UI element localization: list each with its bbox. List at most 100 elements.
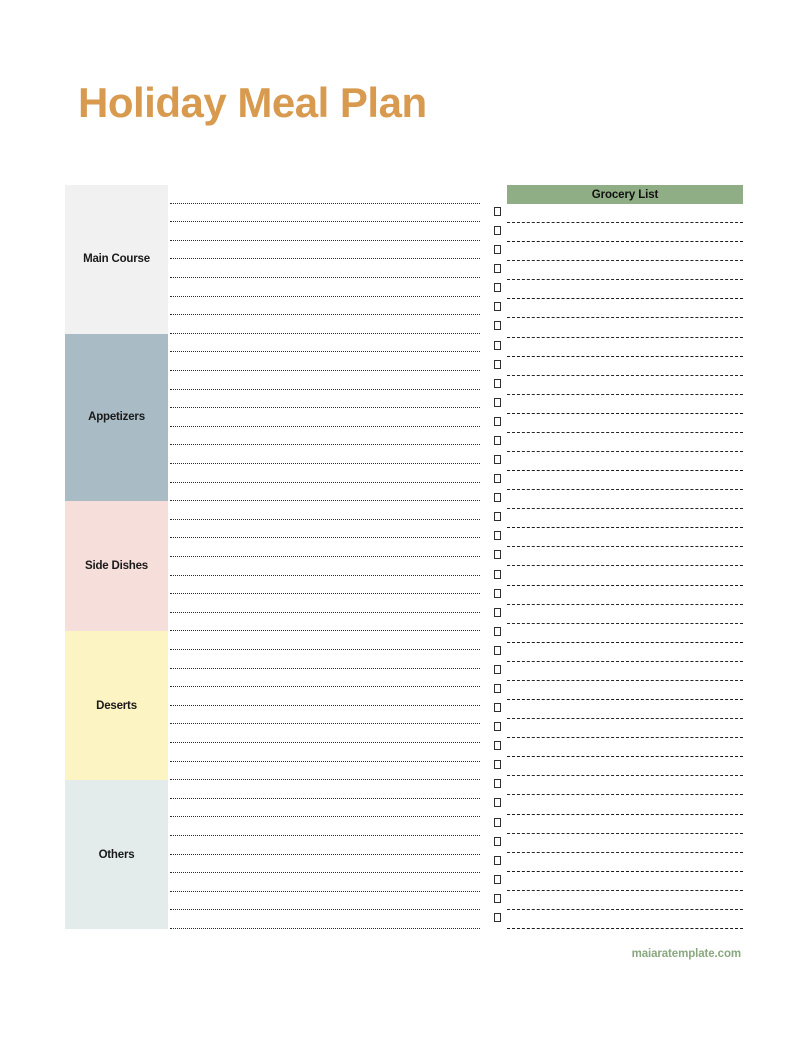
meal-write-line[interactable] bbox=[170, 890, 480, 892]
meal-write-line[interactable] bbox=[170, 351, 480, 353]
meal-write-line[interactable] bbox=[170, 314, 480, 316]
grocery-list-item[interactable] bbox=[493, 299, 743, 319]
meal-write-line[interactable] bbox=[170, 927, 480, 929]
grocery-list-item[interactable] bbox=[493, 204, 743, 224]
grocery-list-item[interactable] bbox=[493, 414, 743, 433]
empty-checkbox-icon[interactable] bbox=[494, 416, 501, 426]
empty-checkbox-icon[interactable] bbox=[494, 912, 501, 922]
meal-write-line[interactable] bbox=[170, 834, 480, 836]
meal-write-line[interactable] bbox=[170, 239, 480, 241]
grocery-list-item[interactable] bbox=[493, 643, 743, 662]
empty-checkbox-icon[interactable] bbox=[494, 626, 501, 636]
meal-write-line[interactable] bbox=[170, 369, 480, 371]
empty-checkbox-icon[interactable] bbox=[494, 378, 501, 388]
meal-entry-lines[interactable] bbox=[170, 185, 480, 334]
empty-checkbox-icon[interactable] bbox=[494, 836, 501, 846]
meal-write-line[interactable] bbox=[170, 723, 480, 725]
grocery-list-item[interactable] bbox=[493, 547, 743, 567]
meal-write-line[interactable] bbox=[170, 593, 480, 595]
empty-checkbox-icon[interactable] bbox=[494, 645, 501, 655]
empty-checkbox-icon[interactable] bbox=[494, 226, 501, 236]
meal-write-line[interactable] bbox=[170, 388, 480, 390]
meal-write-line[interactable] bbox=[170, 407, 480, 409]
grocery-list-item[interactable] bbox=[493, 891, 743, 910]
grocery-list-item[interactable] bbox=[493, 567, 743, 586]
grocery-list-item[interactable] bbox=[493, 280, 743, 300]
grocery-list-item[interactable] bbox=[493, 471, 743, 491]
meal-write-line[interactable] bbox=[170, 555, 480, 557]
empty-checkbox-icon[interactable] bbox=[494, 474, 501, 484]
empty-checkbox-icon[interactable] bbox=[494, 283, 501, 293]
empty-checkbox-icon[interactable] bbox=[494, 569, 501, 579]
meal-entry-lines[interactable] bbox=[170, 631, 480, 781]
meal-write-line[interactable] bbox=[170, 611, 480, 613]
empty-checkbox-icon[interactable] bbox=[494, 531, 501, 541]
meal-write-line[interactable] bbox=[170, 277, 480, 278]
meal-write-line[interactable] bbox=[170, 462, 480, 464]
meal-write-line[interactable] bbox=[170, 909, 480, 911]
meal-write-line[interactable] bbox=[170, 202, 480, 204]
empty-checkbox-icon[interactable] bbox=[494, 874, 501, 884]
grocery-list-item[interactable] bbox=[493, 490, 743, 510]
grocery-list-item[interactable] bbox=[493, 662, 743, 681]
meal-write-line[interactable] bbox=[170, 444, 480, 446]
empty-checkbox-icon[interactable] bbox=[494, 760, 501, 770]
empty-checkbox-icon[interactable] bbox=[494, 321, 501, 331]
grocery-list-item[interactable] bbox=[493, 223, 743, 243]
meal-write-line[interactable] bbox=[170, 648, 480, 650]
grocery-list-item[interactable] bbox=[493, 261, 743, 281]
grocery-list-item[interactable] bbox=[493, 776, 743, 796]
grocery-list-item[interactable] bbox=[493, 376, 743, 395]
meal-entry-lines[interactable] bbox=[170, 780, 480, 929]
grocery-list-item[interactable] bbox=[493, 605, 743, 624]
meal-write-line[interactable] bbox=[170, 797, 480, 799]
meal-write-line[interactable] bbox=[170, 741, 480, 743]
grocery-list-item[interactable] bbox=[493, 318, 743, 338]
grocery-list-item[interactable] bbox=[493, 681, 743, 701]
empty-checkbox-icon[interactable] bbox=[494, 512, 501, 522]
empty-checkbox-icon[interactable] bbox=[494, 607, 501, 617]
empty-checkbox-icon[interactable] bbox=[494, 493, 501, 503]
empty-checkbox-icon[interactable] bbox=[494, 245, 501, 255]
empty-checkbox-icon[interactable] bbox=[494, 435, 501, 445]
meal-write-line[interactable] bbox=[170, 760, 480, 762]
grocery-list-item[interactable] bbox=[493, 757, 743, 777]
grocery-list-item[interactable] bbox=[493, 395, 743, 414]
empty-checkbox-icon[interactable] bbox=[494, 779, 501, 789]
empty-checkbox-icon[interactable] bbox=[494, 893, 501, 903]
empty-checkbox-icon[interactable] bbox=[494, 855, 501, 865]
grocery-list-item[interactable] bbox=[493, 242, 743, 262]
grocery-list-item[interactable] bbox=[493, 738, 743, 758]
grocery-list-item[interactable] bbox=[493, 834, 743, 853]
meal-write-line[interactable] bbox=[170, 686, 480, 688]
meal-write-line[interactable] bbox=[170, 221, 480, 223]
grocery-list-item[interactable] bbox=[493, 872, 743, 891]
meal-write-line[interactable] bbox=[170, 816, 480, 818]
meal-entry-lines[interactable] bbox=[170, 501, 480, 632]
empty-checkbox-icon[interactable] bbox=[494, 455, 501, 465]
grocery-list-item[interactable] bbox=[493, 700, 743, 720]
meal-write-line[interactable] bbox=[170, 518, 480, 520]
grocery-list-item[interactable] bbox=[493, 528, 743, 548]
meal-entry-lines[interactable] bbox=[170, 334, 480, 502]
grocery-list-item[interactable] bbox=[493, 815, 743, 834]
grocery-write-line[interactable] bbox=[507, 927, 743, 929]
grocery-list-item[interactable] bbox=[493, 433, 743, 453]
grocery-list-item[interactable] bbox=[493, 357, 743, 376]
meal-write-line[interactable] bbox=[170, 258, 480, 260]
grocery-list-item[interactable] bbox=[493, 338, 743, 357]
grocery-list-item[interactable] bbox=[493, 452, 743, 472]
grocery-list-item[interactable] bbox=[493, 719, 743, 739]
meal-write-line[interactable] bbox=[170, 295, 480, 297]
meal-write-line[interactable] bbox=[170, 667, 480, 669]
empty-checkbox-icon[interactable] bbox=[494, 264, 501, 274]
grocery-list-item[interactable] bbox=[493, 910, 743, 929]
meal-write-line[interactable] bbox=[170, 853, 480, 855]
empty-checkbox-icon[interactable] bbox=[494, 798, 501, 808]
empty-checkbox-icon[interactable] bbox=[494, 703, 501, 713]
grocery-list-item[interactable] bbox=[493, 853, 743, 872]
empty-checkbox-icon[interactable] bbox=[494, 741, 501, 751]
grocery-list-item[interactable] bbox=[493, 795, 743, 815]
grocery-list-item[interactable] bbox=[493, 624, 743, 643]
empty-checkbox-icon[interactable] bbox=[494, 207, 501, 216]
